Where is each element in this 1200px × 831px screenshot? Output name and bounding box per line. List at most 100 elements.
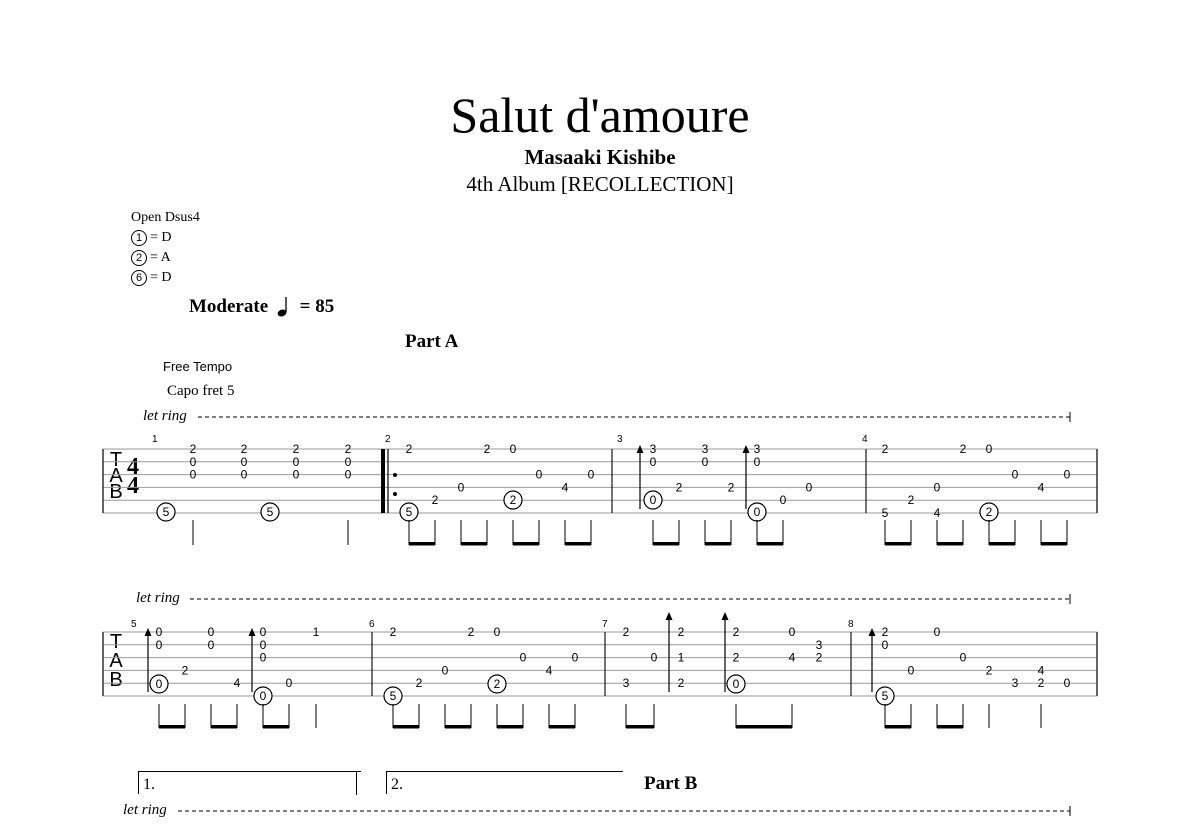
fret-number: 0 (293, 468, 300, 482)
fret-number: 0 (572, 651, 579, 665)
fret-number: 0 (1012, 468, 1019, 482)
string-circle-number: 2 (510, 493, 517, 507)
fret-number: 2 (406, 442, 413, 456)
note-beam (989, 542, 1015, 546)
fret-number: 4 (234, 676, 241, 690)
string-circle-number: 0 (156, 677, 163, 691)
fret-number: 3 (1012, 676, 1019, 690)
fret-number: 3 (623, 676, 630, 690)
fret-number: 0 (702, 455, 709, 469)
fret-number: 0 (510, 442, 517, 456)
fret-number: 0 (208, 638, 215, 652)
fret-number: 4 (1038, 480, 1045, 494)
fret-number: 2 (678, 676, 685, 690)
fret-number: 2 (678, 625, 685, 639)
fret-number: 0 (1064, 676, 1071, 690)
note-beam (409, 542, 435, 546)
note-beam (445, 725, 471, 729)
fret-number: 2 (986, 663, 993, 677)
string-circle-number: 0 (733, 677, 740, 691)
string-circle-number: 5 (882, 689, 889, 703)
fret-number: 2 (908, 493, 915, 507)
note-beam (626, 725, 654, 729)
fret-number: 0 (806, 480, 813, 494)
note-beam (705, 542, 731, 546)
fret-number: 4 (546, 663, 553, 677)
note-beam (263, 725, 289, 729)
fret-number: 0 (520, 651, 527, 665)
fret-number: 0 (458, 480, 465, 494)
note-beam (1041, 542, 1067, 546)
tablature-staves: 2002002002002202 00403023023000252042 0040… (102, 412, 1098, 816)
string-circle-number: 5 (267, 505, 274, 519)
note-beam (549, 725, 575, 729)
fret-number: 5 (882, 506, 889, 520)
fret-number: 0 (789, 625, 796, 639)
fret-number: 2 (816, 651, 823, 665)
string-circle-number: 0 (260, 689, 267, 703)
repeat-dot (393, 492, 397, 496)
note-beam (565, 542, 591, 546)
note-beam (757, 542, 783, 546)
fret-number: 0 (780, 493, 787, 507)
note-beam (513, 542, 539, 546)
fret-number: 2 (676, 480, 683, 494)
fret-number: 2 (390, 625, 397, 639)
fret-number: 2 (468, 625, 475, 639)
fret-number: 2 (1038, 676, 1045, 690)
fret-number: 2 (960, 442, 967, 456)
fret-number: 0 (1064, 468, 1071, 482)
note-beam (393, 725, 419, 729)
note-beam (211, 725, 237, 729)
note-beam (885, 725, 911, 729)
fret-number: 2 (182, 663, 189, 677)
fret-number: 2 (882, 442, 889, 456)
note-beam (653, 542, 679, 546)
fret-number: 0 (536, 468, 543, 482)
fret-number: 4 (562, 480, 569, 494)
fret-number: 4 (789, 651, 796, 665)
fret-number: 0 (190, 468, 197, 482)
fret-number: 0 (286, 676, 293, 690)
fret-number: 2 (432, 493, 439, 507)
fret-number: 1 (678, 651, 685, 665)
note-beam (937, 542, 963, 546)
fret-number: 0 (241, 468, 248, 482)
fret-number: 1 (313, 625, 320, 639)
fret-number: 0 (588, 468, 595, 482)
note-beam (159, 725, 185, 729)
fret-number: 0 (960, 651, 967, 665)
note-beam (885, 542, 911, 546)
fret-number: 0 (934, 480, 941, 494)
note-beam (497, 725, 523, 729)
fret-number: 0 (908, 663, 915, 677)
fret-number: 0 (651, 651, 658, 665)
fret-number: 0 (345, 468, 352, 482)
fret-number: 0 (260, 651, 267, 665)
fret-number: 0 (156, 638, 163, 652)
fret-number: 2 (416, 676, 423, 690)
strum-arrow-head-icon (665, 612, 673, 620)
fret-number: 0 (986, 442, 993, 456)
fret-number: 2 (733, 625, 740, 639)
repeat-bar-thick (381, 449, 385, 513)
fret-number: 0 (934, 625, 941, 639)
fret-number: 2 (484, 442, 491, 456)
note-beam (937, 725, 963, 729)
string-circle-number: 2 (986, 505, 993, 519)
repeat-dot (393, 473, 397, 477)
fret-number: 0 (882, 638, 889, 652)
strum-arrow-head-icon (721, 612, 729, 620)
string-circle-number: 5 (390, 689, 397, 703)
fret-number: 2 (733, 651, 740, 665)
fret-number: 0 (754, 455, 761, 469)
fret-number: 0 (442, 663, 449, 677)
note-beam (461, 542, 487, 546)
note-beam (736, 725, 792, 729)
fret-number: 2 (623, 625, 630, 639)
string-circle-number: 2 (494, 677, 501, 691)
fret-number: 0 (650, 455, 657, 469)
string-circle-number: 0 (650, 493, 657, 507)
fret-number: 0 (494, 625, 501, 639)
fret-number: 4 (934, 506, 941, 520)
